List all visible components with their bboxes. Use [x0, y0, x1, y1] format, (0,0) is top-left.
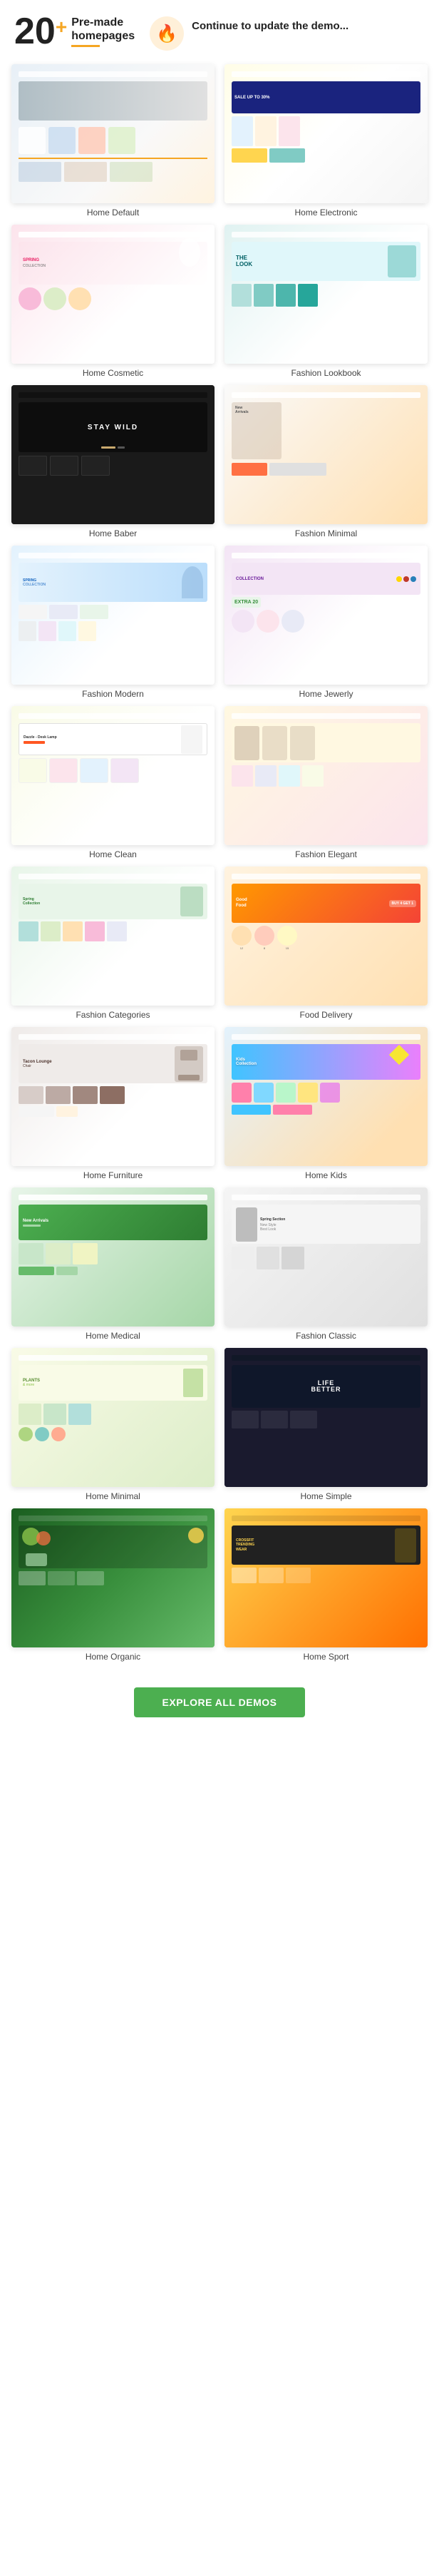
explore-all-demos-button[interactable]: EXPLORE ALL DEMOS — [134, 1687, 306, 1717]
demo-thumb-home-cosmetic[interactable]: SPRING COLLECTION — [11, 225, 215, 364]
demo-thumb-home-baber[interactable]: STAY WILD — [11, 385, 215, 524]
premade-text: Pre-made homepages — [71, 16, 135, 47]
demo-item-home-default[interactable]: Home Default — [7, 64, 219, 218]
demo-item-home-cosmetic[interactable]: SPRING COLLECTION Home Cosmetic — [7, 225, 219, 378]
demo-item-fashion-classic[interactable]: Spring Section New Style Best Look Fashi… — [220, 1187, 432, 1341]
demo-thumb-fashion-lookbook[interactable]: THELOOK — [224, 225, 428, 364]
demo-item-home-simple[interactable]: LIFE BETTER Home Simple — [220, 1348, 432, 1501]
demo-label-fashion-categories: Fashion Categories — [76, 1010, 150, 1020]
demo-label-fashion-lookbook: Fashion Lookbook — [291, 368, 361, 378]
demo-item-home-medical[interactable]: New Arrivals Home Medical — [7, 1187, 219, 1341]
demo-thumb-fashion-classic[interactable]: Spring Section New Style Best Look — [224, 1187, 428, 1327]
demo-thumb-home-jewerly[interactable]: COLLECTION EXTRA 20 — [224, 546, 428, 685]
premade-line1: Pre-made — [71, 16, 135, 29]
demo-thumb-home-electronic[interactable]: SALE UP TO 30% — [224, 64, 428, 203]
demo-label-home-electronic: Home Electronic — [294, 208, 357, 218]
demo-label-home-sport: Home Sport — [303, 1652, 348, 1662]
demo-thumb-home-organic[interactable] — [11, 1508, 215, 1647]
demo-item-home-jewerly[interactable]: COLLECTION EXTRA 20 — [220, 546, 432, 699]
demo-label-food-delivery: Food Delivery — [299, 1010, 352, 1020]
demo-item-fashion-elegant[interactable]: Fashion Elegant — [220, 706, 432, 859]
demo-thumb-home-clean[interactable]: Dazzle - Desk Lamp — [11, 706, 215, 845]
demo-label-home-clean: Home Clean — [89, 849, 137, 859]
demo-label-home-jewerly: Home Jewerly — [299, 689, 353, 699]
demo-label-home-cosmetic: Home Cosmetic — [83, 368, 143, 378]
demo-item-home-furniture[interactable]: Tacon LoungeChair — [7, 1027, 219, 1180]
demo-label-home-kids: Home Kids — [305, 1170, 347, 1180]
demo-label-home-minimal: Home Minimal — [86, 1491, 140, 1501]
demo-item-fashion-lookbook[interactable]: THELOOK Fashion Lookbook — [220, 225, 432, 378]
demo-label-fashion-elegant: Fashion Elegant — [295, 849, 357, 859]
demo-thumb-home-minimal[interactable]: PLANTS & more — [11, 1348, 215, 1487]
demo-thumb-home-sport[interactable]: CROSSFIT TRENDING WEAR — [224, 1508, 428, 1647]
fire-icon: 🔥 — [149, 16, 185, 51]
demo-label-home-medical: Home Medical — [86, 1331, 140, 1341]
big-number: 20 — [14, 13, 56, 50]
demo-item-fashion-modern[interactable]: SPRING COLLECTION — [7, 546, 219, 699]
demo-label-fashion-minimal: Fashion Minimal — [295, 528, 357, 538]
demo-item-home-sport[interactable]: CROSSFIT TRENDING WEAR Home Sport — [220, 1508, 432, 1662]
demo-label-home-baber: Home Baber — [89, 528, 137, 538]
demo-thumb-home-default[interactable] — [11, 64, 215, 203]
demo-item-home-electronic[interactable]: SALE UP TO 30% Home Electronic — [220, 64, 432, 218]
demo-item-home-kids[interactable]: KidsCollection Home Kids — [220, 1027, 432, 1180]
demo-thumb-home-simple[interactable]: LIFE BETTER — [224, 1348, 428, 1487]
demo-label-fashion-classic: Fashion Classic — [296, 1331, 356, 1341]
demo-item-fashion-minimal[interactable]: NewArrivals Fashion Minimal — [220, 385, 432, 538]
header-left: 20 + Pre-made homepages — [14, 13, 135, 50]
demos-grid: Home Default SALE UP TO 30% — [0, 58, 439, 1673]
demo-thumb-fashion-elegant[interactable] — [224, 706, 428, 845]
demo-label-home-default: Home Default — [87, 208, 139, 218]
demo-item-home-baber[interactable]: STAY WILD Home Baber — [7, 385, 219, 538]
svg-text:🔥: 🔥 — [156, 24, 177, 44]
page-container: 20 + Pre-made homepages 🔥 Continue to up… — [0, 0, 439, 1739]
demo-item-home-minimal[interactable]: PLANTS & more — [7, 1348, 219, 1501]
demo-thumb-home-kids[interactable]: KidsCollection — [224, 1027, 428, 1166]
demo-item-home-organic[interactable]: Home Organic — [7, 1508, 219, 1662]
demo-thumb-fashion-minimal[interactable]: NewArrivals — [224, 385, 428, 524]
demo-item-food-delivery[interactable]: GoodFood BUY 4 GET 1 12 8 — [220, 867, 432, 1020]
cta-section: EXPLORE ALL DEMOS — [0, 1673, 439, 1739]
demo-item-fashion-categories[interactable]: Spring Collection Fashion Categories — [7, 867, 219, 1020]
demo-thumb-home-furniture[interactable]: Tacon LoungeChair — [11, 1027, 215, 1166]
demo-thumb-home-medical[interactable]: New Arrivals — [11, 1187, 215, 1327]
demo-label-fashion-modern: Fashion Modern — [82, 689, 144, 699]
plus-sign: + — [56, 16, 67, 39]
accent-underline — [71, 45, 100, 47]
demo-thumb-fashion-categories[interactable]: Spring Collection — [11, 867, 215, 1006]
demo-label-home-furniture: Home Furniture — [83, 1170, 143, 1180]
demo-item-home-clean[interactable]: Dazzle - Desk Lamp Home Clean — [7, 706, 219, 859]
demo-thumb-food-delivery[interactable]: GoodFood BUY 4 GET 1 12 8 — [224, 867, 428, 1006]
demo-label-home-organic: Home Organic — [86, 1652, 140, 1662]
demo-thumb-fashion-modern[interactable]: SPRING COLLECTION — [11, 546, 215, 685]
demo-label-home-simple: Home Simple — [300, 1491, 351, 1501]
header-section: 20 + Pre-made homepages 🔥 Continue to up… — [0, 0, 439, 58]
premade-line2: homepages — [71, 29, 135, 43]
continue-text: Continue to update the demo... — [192, 19, 348, 34]
